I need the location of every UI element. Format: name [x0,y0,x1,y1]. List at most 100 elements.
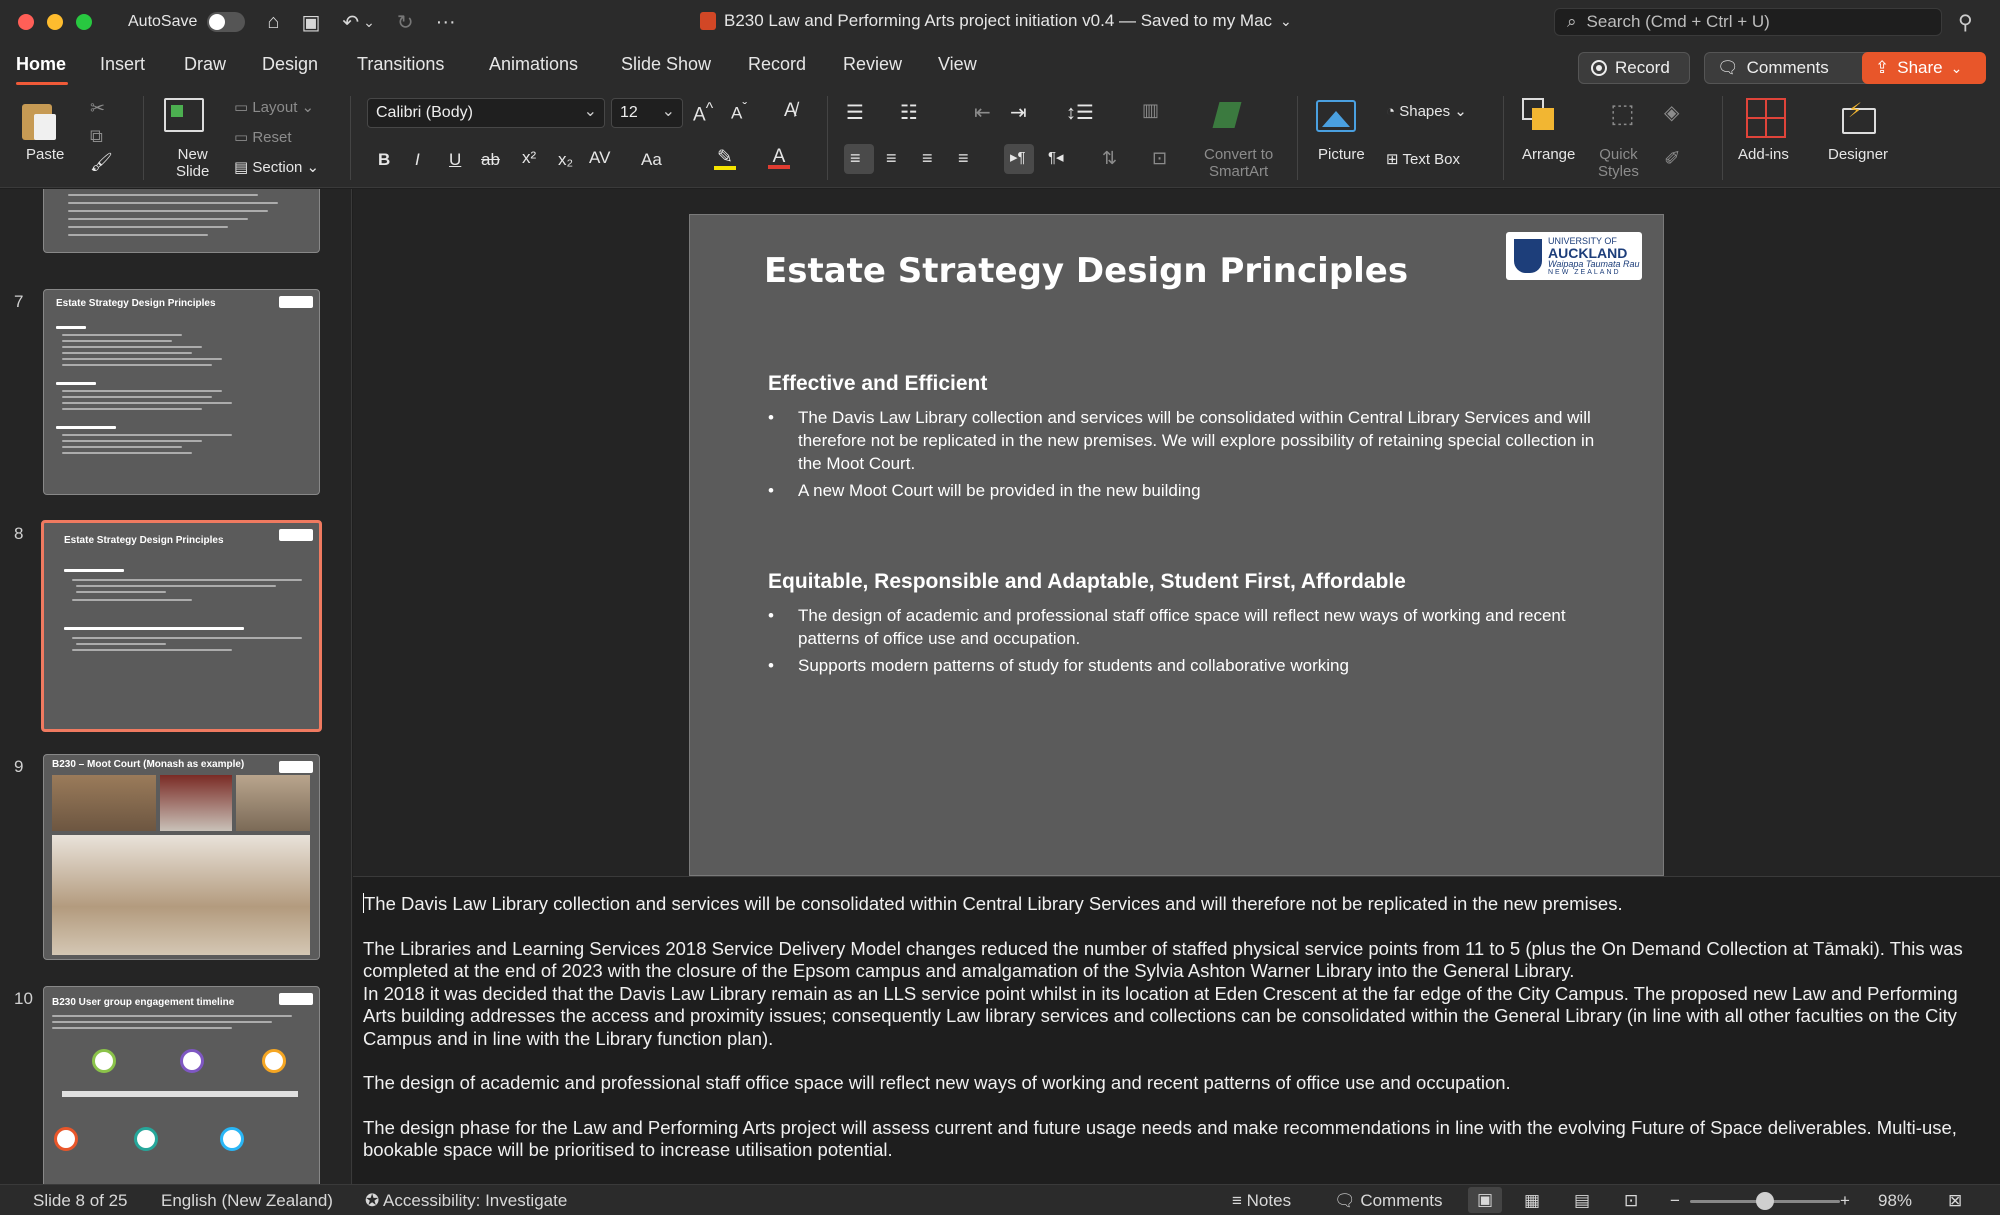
zoom-level[interactable]: 98% [1878,1191,1912,1211]
quick-styles-button[interactable]: Quick Styles [1598,146,1639,180]
tab-animations[interactable]: Animations [489,54,578,75]
university-logo[interactable]: UNIVERSITY OF AUCKLAND Waipapa Taumata R… [1506,232,1642,280]
arrange-icon[interactable] [1522,98,1562,138]
cut-icon[interactable]: ✂ [90,98,105,119]
slide-thumbnail-6[interactable] [43,189,320,253]
font-name-dropdown[interactable]: Calibri (Body) [367,98,605,128]
tab-view[interactable]: View [938,54,977,75]
bold-button[interactable]: B [378,150,390,170]
shape-outline-icon[interactable]: ✐ [1664,146,1681,171]
slide-thumbnail-8[interactable]: Estate Strategy Design Principles [41,520,322,732]
close-window-button[interactable] [18,14,34,30]
bullet-item[interactable]: Supports modern patterns of study for st… [768,654,1618,677]
numbering-icon[interactable]: ☷ [900,100,918,125]
line-spacing-icon[interactable]: ↕☰ [1066,100,1094,125]
undo-icon[interactable]: ↶ [342,10,359,35]
notes-paragraph-5[interactable]: The design phase for the Law and Perform… [363,1117,1990,1162]
bullet-item[interactable]: The Davis Law Library collection and ser… [768,406,1618,475]
section-button[interactable]: ▤ Section ⌄ [234,158,319,176]
shapes-button[interactable]: ◔ Shapes ⌄ [1386,102,1467,120]
italic-button[interactable]: I [415,150,420,170]
slide-thumbnail-pane[interactable]: 7 Estate Strategy Design Principles 8 Es… [0,189,352,1184]
convert-smartart-button[interactable]: Convert to SmartArt [1204,146,1273,180]
slide-thumbnail-9[interactable]: B230 – Moot Court (Monash as example) [43,754,320,960]
bullet-list-equitable[interactable]: The design of academic and professional … [768,604,1618,681]
slide-thumbnail-7[interactable]: Estate Strategy Design Principles [43,289,320,495]
section-heading-effective[interactable]: Effective and Efficient [768,372,987,396]
designer-icon[interactable]: ⚡ [1838,98,1878,138]
strikethrough-button[interactable]: ab [481,150,500,170]
bullet-list-effective[interactable]: The Davis Law Library collection and ser… [768,406,1618,506]
paste-label[interactable]: Paste [26,146,64,163]
change-case-button[interactable]: Aa [641,150,662,170]
format-painter-icon[interactable]: 🖌 [90,152,113,173]
slide-thumbnail-10[interactable]: B230 User group engagement timeline [43,986,320,1184]
ltr-icon[interactable]: ¶◂ [1048,148,1064,166]
autosave-toggle[interactable] [207,12,246,32]
character-spacing-button[interactable]: AV [589,148,610,168]
increase-font-size-icon[interactable]: A^ [693,100,713,126]
comments-button[interactable]: 🗨 Comments [1704,52,1884,84]
notes-paragraph-3[interactable]: In 2018 it was decided that the Davis La… [363,983,1990,1051]
zoom-in-icon[interactable]: + [1840,1191,1850,1211]
paste-icon[interactable] [22,98,58,140]
designer-button[interactable]: Designer [1828,146,1888,163]
clear-formatting-icon[interactable]: A̸ [784,100,797,122]
layout-button[interactable]: ▭ Layout ⌄ [234,98,314,116]
new-slide-button[interactable]: New Slide [176,146,209,180]
copy-icon[interactable]: ⧉ [90,126,103,147]
smartart-icon[interactable] [1210,100,1250,132]
zoom-slider-handle[interactable] [1756,1192,1774,1210]
new-slide-icon[interactable] [164,98,204,132]
underline-button[interactable]: U [449,150,461,170]
reset-button[interactable]: ▭ Reset [234,128,292,146]
redo-icon[interactable]: ↻ [397,10,414,35]
subscript-button[interactable]: x₂ [558,150,573,170]
normal-view-icon[interactable]: ▣ [1468,1187,1502,1213]
reading-view-icon[interactable]: ▤ [1574,1191,1590,1211]
add-ins-button[interactable]: Add-ins [1738,146,1789,163]
zoom-window-button[interactable] [76,14,92,30]
notes-paragraph-1[interactable]: The Davis Law Library collection and ser… [364,893,1623,914]
slideshow-view-icon[interactable]: ⊡ [1624,1191,1638,1211]
language-indicator[interactable]: English (New Zealand) [161,1191,333,1211]
tab-insert[interactable]: Insert [100,54,145,75]
quick-styles-icon[interactable]: ⬚ [1610,98,1635,129]
account-icon[interactable]: ⚲ [1958,10,1973,35]
align-right-icon[interactable]: ≡ [922,148,933,169]
tab-transitions[interactable]: Transitions [357,54,444,75]
share-button[interactable]: ⇪ Share ⌄ [1862,52,1986,84]
tab-home[interactable]: Home [16,54,66,75]
notes-paragraph-2[interactable]: The Libraries and Learning Services 2018… [363,938,1990,983]
autosave-control[interactable]: AutoSave [128,12,246,32]
align-text-icon[interactable]: ⊡ [1152,148,1167,169]
font-size-dropdown[interactable]: 12 [611,98,683,128]
picture-button[interactable]: Picture [1318,146,1365,163]
slide-sorter-icon[interactable]: ▦ [1524,1191,1540,1211]
search-box[interactable]: ⌕ Search (Cmd + Ctrl + U) [1554,8,1942,36]
notes-paragraph-4[interactable]: The design of academic and professional … [363,1072,1990,1095]
tab-record[interactable]: Record [748,54,806,75]
font-color-icon[interactable]: A [768,146,790,169]
home-icon[interactable]: ⌂ [267,11,279,34]
justify-icon[interactable]: ≡ [958,148,969,169]
picture-icon[interactable] [1316,100,1356,132]
align-center-icon[interactable]: ≡ [886,148,897,169]
bullet-item[interactable]: The design of academic and professional … [768,604,1618,650]
superscript-button[interactable]: x² [522,148,536,168]
save-icon[interactable]: ▣ [301,10,320,35]
shape-fill-icon[interactable]: ◈ [1664,100,1679,125]
arrange-button[interactable]: Arrange [1522,146,1575,163]
text-box-button[interactable]: ⊞ Text Box [1386,150,1460,168]
highlight-color-icon[interactable]: ✎ [714,146,736,170]
tab-review[interactable]: Review [843,54,902,75]
current-slide[interactable]: Estate Strategy Design Principles UNIVER… [689,214,1664,876]
document-title[interactable]: B230 Law and Performing Arts project ini… [700,11,1292,31]
slide-editor[interactable]: Estate Strategy Design Principles UNIVER… [353,189,2000,876]
more-options-icon[interactable]: ··· [436,11,456,34]
decrease-indent-icon[interactable]: ⇤ [974,100,991,125]
fit-to-window-icon[interactable]: ⊠ [1948,1191,1962,1211]
add-ins-icon[interactable] [1746,98,1786,138]
speaker-notes-pane[interactable]: The Davis Law Library collection and ser… [353,876,2000,1184]
bullets-icon[interactable]: ☰ [846,100,864,125]
